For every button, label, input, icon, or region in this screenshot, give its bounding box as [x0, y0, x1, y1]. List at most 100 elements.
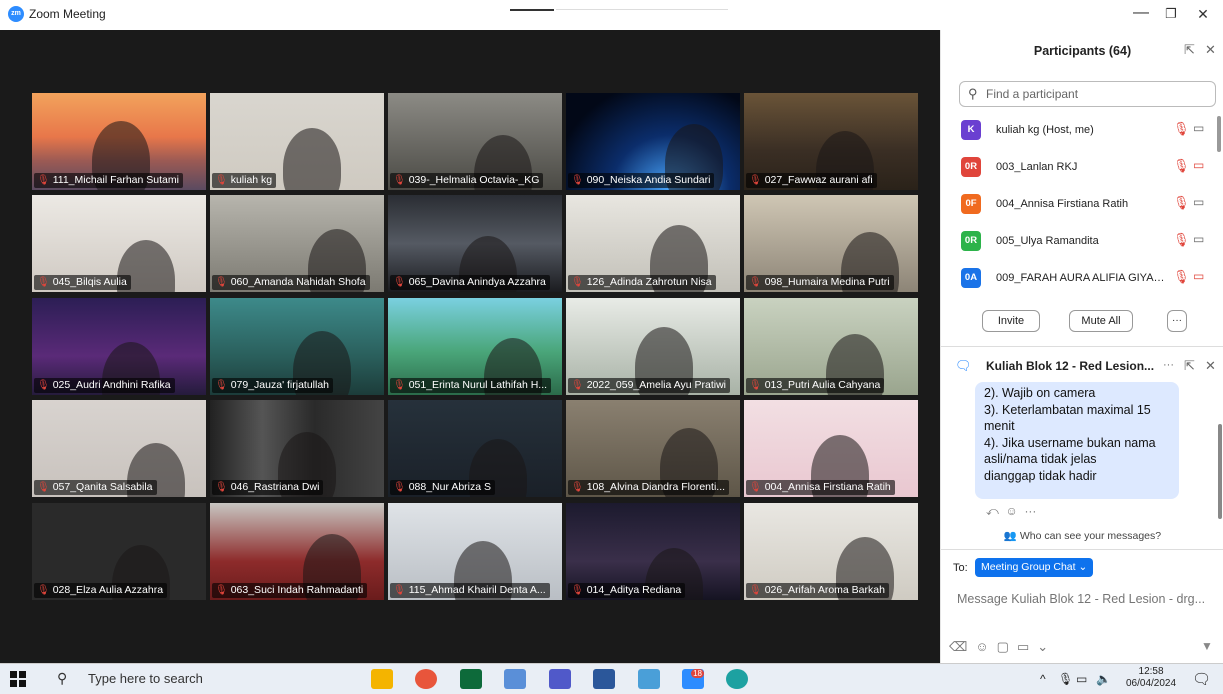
- video-tile[interactable]: 🎙 108_Alvina Diandra Florenti...: [566, 400, 740, 497]
- more-tools-icon[interactable]: ⌄: [1037, 639, 1056, 654]
- search-placeholder: Find a participant: [986, 87, 1079, 101]
- video-tile[interactable]: 🎙 045_Bilqis Aulia: [32, 195, 206, 292]
- volume-icon[interactable]: 🔈: [1096, 672, 1111, 686]
- video-icon[interactable]: ▭: [1193, 121, 1204, 135]
- video-tile[interactable]: 🎙 057_Qanita Salsabila: [32, 400, 206, 497]
- video-tile[interactable]: 🎙 028_Elza Aulia Azzahra: [32, 503, 206, 600]
- popout-icon[interactable]: ⇱: [1184, 42, 1195, 58]
- mic-muted-icon[interactable]: 🎙: [1173, 158, 1190, 174]
- word-icon[interactable]: [593, 669, 615, 689]
- video-tile[interactable]: 🎙 051_Erinta Nurul Lathifah H...: [388, 298, 562, 395]
- chat-message: 2). Wajib on camera 3). Keterlambatan max…: [975, 382, 1179, 499]
- mic-muted-icon[interactable]: 🎙: [1173, 232, 1190, 248]
- participant-name-tag: 🎙 004_Annisa Firstiana Ratih: [746, 480, 895, 495]
- video-tile[interactable]: 🎙 004_Annisa Firstiana Ratih: [744, 400, 918, 497]
- video-tile[interactable]: 🎙 088_Nur Abriza S: [388, 400, 562, 497]
- invite-button[interactable]: Invite: [982, 310, 1040, 332]
- video-tile[interactable]: 🎙 060_Amanda Nahidah Shofa: [210, 195, 384, 292]
- video-off-icon[interactable]: ▭: [1193, 269, 1204, 283]
- chat-toolbar: ⌫☺▢▭⌄: [949, 639, 1056, 655]
- participant-row[interactable]: 0R 005_Ulya Ramandita 🎙 ▭: [941, 224, 1223, 260]
- tab-indicator-track: [556, 9, 728, 10]
- message-more-icon[interactable]: ···: [1024, 504, 1036, 518]
- participant-row[interactable]: 0A 009_FARAH AURA ALIFIA GIYAN... 🎙 ▭: [941, 261, 1223, 296]
- video-tile[interactable]: 🎙 098_Humaira Medina Putri: [744, 195, 918, 292]
- video-tile[interactable]: 🎙 046_Rastriana Dwi: [210, 400, 384, 497]
- video-tile[interactable]: 🎙 126_Adinda Zahrotun Nisa: [566, 195, 740, 292]
- message-line: 3). Keterlambatan maximal 15: [984, 402, 1151, 417]
- participant-name-tag: 🎙 025_Audri Andhini Rafika: [34, 378, 175, 393]
- minimize-button[interactable]: —: [1126, 4, 1156, 22]
- video-tile[interactable]: 🎙 026_Arifah Aroma Barkah: [744, 503, 918, 600]
- chat-popout-icon[interactable]: ⇱: [1184, 358, 1195, 374]
- windows-start-icon[interactable]: [10, 671, 26, 687]
- file-explorer-icon[interactable]: [371, 669, 393, 689]
- send-icon[interactable]: ▼: [1201, 639, 1213, 653]
- photos-icon[interactable]: [638, 669, 660, 689]
- mute-all-button[interactable]: Mute All: [1069, 310, 1133, 332]
- participant-row[interactable]: 0F 004_Annisa Firstiana Ratih 🎙 ▭: [941, 187, 1223, 223]
- video-tile[interactable]: 🎙 kuliah kg: [210, 93, 384, 190]
- participant-scrollbar[interactable]: [1217, 116, 1221, 152]
- video-tile[interactable]: 🎙 079_Jauza' firjatullah: [210, 298, 384, 395]
- screenshot-icon[interactable]: ▭: [1017, 639, 1037, 654]
- participant-search-input[interactable]: ⚲ Find a participant: [959, 81, 1216, 107]
- video-tile[interactable]: 🎙 039-_Helmalia Octavia-_KG: [388, 93, 562, 190]
- participant-name-tag: 🎙 013_Putri Aulia Cahyana: [746, 378, 885, 393]
- firefox-icon[interactable]: [415, 669, 437, 689]
- video-tile[interactable]: 🎙 2022_059_Amelia Ayu Pratiwi: [566, 298, 740, 395]
- taskbar-clock[interactable]: 12:58 06/04/2024: [1126, 666, 1176, 690]
- chat-close-icon[interactable]: ✕: [1205, 358, 1216, 374]
- network-icon[interactable]: ▭: [1076, 672, 1087, 686]
- video-tile[interactable]: 🎙 014_Aditya Rediana: [566, 503, 740, 600]
- participant-name: kuliah kg (Host, me): [996, 124, 1094, 136]
- zoom-taskbar-icon[interactable]: 18: [682, 669, 704, 689]
- format-icon[interactable]: ⌫: [949, 639, 975, 654]
- more-options-button[interactable]: ···: [1167, 310, 1187, 332]
- participant-name-tag: 🎙 057_Qanita Salsabila: [34, 480, 157, 495]
- recipient-dropdown[interactable]: Meeting Group Chat ⌄: [975, 558, 1094, 577]
- mic-muted-icon[interactable]: 🎙: [1173, 121, 1190, 137]
- participant-name: 005_Ulya Ramandita: [996, 235, 1099, 247]
- reply-icon[interactable]: ⤺: [986, 504, 999, 518]
- teams-icon[interactable]: [549, 669, 571, 689]
- participant-name-tag: 🎙 045_Bilqis Aulia: [34, 275, 131, 290]
- participant-row[interactable]: Kkuliah kg (Host, me) 🎙 ▭: [941, 113, 1223, 149]
- video-tile[interactable]: 🎙 025_Audri Andhini Rafika: [32, 298, 206, 395]
- chat-more-icon[interactable]: ···: [1163, 359, 1174, 371]
- emoji-icon[interactable]: ☺: [975, 639, 996, 654]
- participant-name-tag: 🎙 111_Michail Farhan Sutami: [34, 173, 183, 188]
- sticky-notes-icon[interactable]: [460, 669, 482, 689]
- mic-muted-icon: 🎙: [215, 585, 228, 596]
- microphone-icon[interactable]: 🎙: [1058, 672, 1073, 686]
- taskbar-search[interactable]: ⚲ Type here to search: [44, 669, 334, 690]
- participant-row[interactable]: 0R 003_Lanlan RKJ 🎙 ▭: [941, 150, 1223, 186]
- video-tile[interactable]: 🎙 090_Neiska Andia Sundari: [566, 93, 740, 190]
- notification-icon[interactable]: 🗨: [1192, 670, 1211, 688]
- video-tile[interactable]: 🎙 063_Suci Indah Rahmadanti: [210, 503, 384, 600]
- app-icon-blue[interactable]: [504, 669, 526, 689]
- video-off-icon[interactable]: ▭: [1193, 158, 1204, 172]
- video-tile[interactable]: 🎙 013_Putri Aulia Cahyana: [744, 298, 918, 395]
- video-tile[interactable]: 🎙 065_Davina Anindya Azzahra: [388, 195, 562, 292]
- mic-muted-icon[interactable]: 🎙: [1173, 195, 1190, 211]
- file-icon[interactable]: ▢: [997, 639, 1017, 654]
- participant-name-tag: 🎙 098_Humaira Medina Putri: [746, 275, 894, 290]
- participant-name-tag: 🎙 014_Aditya Rediana: [568, 583, 686, 598]
- mic-muted-icon[interactable]: 🎙: [1173, 269, 1190, 285]
- video-tile[interactable]: 🎙 027_Fawwaz aurani afi: [744, 93, 918, 190]
- emoji-react-icon[interactable]: ☺: [1006, 504, 1018, 518]
- mic-muted-icon: 🎙: [37, 585, 50, 596]
- tray-chevron-icon[interactable]: ^: [1040, 672, 1046, 686]
- close-panel-icon[interactable]: ✕: [1205, 42, 1216, 58]
- chat-message-input[interactable]: [957, 587, 1219, 611]
- video-tile[interactable]: 🎙 115_Ahmad Khairil Denta A...: [388, 503, 562, 600]
- close-button[interactable]: ✕: [1188, 6, 1218, 23]
- edge-icon[interactable]: [726, 669, 748, 689]
- restore-button[interactable]: ❐: [1156, 6, 1186, 22]
- video-icon[interactable]: ▭: [1193, 232, 1204, 246]
- who-can-see-link[interactable]: 👥 Who can see your messages?: [941, 529, 1223, 542]
- video-icon[interactable]: ▭: [1193, 195, 1204, 209]
- video-tile[interactable]: 🎙 111_Michail Farhan Sutami: [32, 93, 206, 190]
- chat-scrollbar[interactable]: [1218, 424, 1222, 519]
